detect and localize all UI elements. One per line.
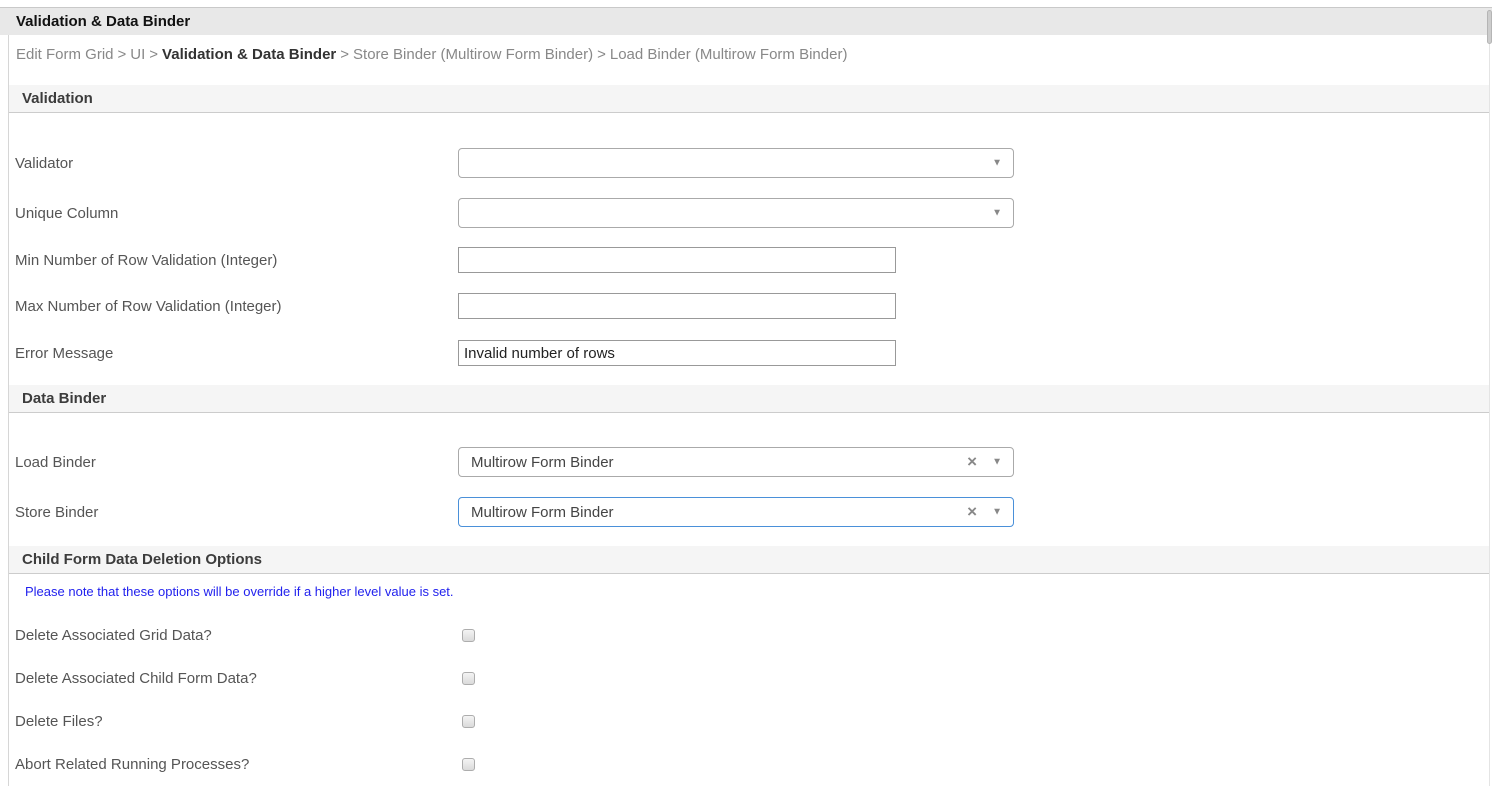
store-binder-label: Store Binder <box>15 504 458 521</box>
section-header-data-binder: Data Binder <box>9 385 1489 413</box>
max-rows-input[interactable] <box>458 293 896 319</box>
unique-column-select[interactable]: ▼ <box>458 198 1014 228</box>
clear-selection-icon[interactable]: × <box>967 503 977 520</box>
form-row-delete-grid-data: Delete Associated Grid Data? <box>9 625 1489 645</box>
form-row-abort-processes: Abort Related Running Processes? <box>9 754 1489 774</box>
delete-child-form-data-checkbox[interactable] <box>462 672 475 685</box>
delete-grid-data-label: Delete Associated Grid Data? <box>15 627 462 644</box>
validator-select[interactable]: ▼ <box>458 148 1014 178</box>
breadcrumb-item-validation-data-binder[interactable]: Validation & Data Binder <box>162 46 336 63</box>
min-rows-input[interactable] <box>458 247 896 273</box>
form-row-store-binder: Store Binder Multirow Form Binder × ▼ <box>9 497 1489 527</box>
form-row-load-binder: Load Binder Multirow Form Binder × ▼ <box>9 447 1489 477</box>
chevron-down-icon: ▼ <box>992 507 1002 518</box>
chevron-down-icon: ▼ <box>992 208 1002 219</box>
form-row-delete-child-form-data: Delete Associated Child Form Data? <box>9 668 1489 688</box>
store-binder-select[interactable]: Multirow Form Binder × ▼ <box>458 497 1014 527</box>
breadcrumb-separator: > <box>336 46 353 63</box>
form-row-min-rows: Min Number of Row Validation (Integer) <box>9 247 1489 273</box>
breadcrumb-item-edit-form-grid[interactable]: Edit Form Grid <box>16 46 114 63</box>
load-binder-label: Load Binder <box>15 454 458 471</box>
load-binder-select[interactable]: Multirow Form Binder × ▼ <box>458 447 1014 477</box>
breadcrumb-separator: > <box>145 46 162 63</box>
error-message-input[interactable] <box>458 340 896 366</box>
breadcrumb-item-store-binder[interactable]: Store Binder (Multirow Form Binder) <box>353 46 593 63</box>
delete-files-checkbox[interactable] <box>462 715 475 728</box>
load-binder-select-value: Multirow Form Binder <box>459 454 614 471</box>
delete-child-form-data-label: Delete Associated Child Form Data? <box>15 670 462 687</box>
chevron-down-icon: ▼ <box>992 158 1002 169</box>
max-rows-label: Max Number of Row Validation (Integer) <box>15 298 458 315</box>
breadcrumb-separator: > <box>114 46 131 63</box>
min-rows-label: Min Number of Row Validation (Integer) <box>15 252 458 269</box>
section-header-validation: Validation <box>9 85 1489 113</box>
breadcrumb-item-ui[interactable]: UI <box>130 46 145 63</box>
section-header-child-form-deletion: Child Form Data Deletion Options <box>9 546 1489 574</box>
form-row-error-message: Error Message <box>9 340 1489 366</box>
error-message-label: Error Message <box>15 345 458 362</box>
abort-processes-checkbox[interactable] <box>462 758 475 771</box>
abort-processes-label: Abort Related Running Processes? <box>15 756 462 773</box>
breadcrumb: Edit Form Grid>UI>Validation & Data Bind… <box>9 35 1489 63</box>
section-title: Validation <box>22 90 93 107</box>
validator-label: Validator <box>15 155 458 172</box>
window-title-bar: Validation & Data Binder <box>0 7 1492 35</box>
section-title: Child Form Data Deletion Options <box>22 551 262 568</box>
form-row-max-rows: Max Number of Row Validation (Integer) <box>9 293 1489 319</box>
form-row-validator: Validator ▼ <box>9 148 1489 178</box>
chevron-down-icon: ▼ <box>992 457 1002 468</box>
override-note: Please note that these options will be o… <box>25 584 1489 599</box>
delete-grid-data-checkbox[interactable] <box>462 629 475 642</box>
page-title: Validation & Data Binder <box>16 13 190 30</box>
clear-selection-icon[interactable]: × <box>967 453 977 470</box>
unique-column-label: Unique Column <box>15 205 458 222</box>
delete-files-label: Delete Files? <box>15 713 462 730</box>
form-row-delete-files: Delete Files? <box>9 711 1489 731</box>
form-row-unique-column: Unique Column ▼ <box>9 198 1489 228</box>
store-binder-select-value: Multirow Form Binder <box>459 504 614 521</box>
section-title: Data Binder <box>22 390 106 407</box>
vertical-scrollbar-thumb[interactable] <box>1487 10 1492 44</box>
breadcrumb-separator: > <box>593 46 610 63</box>
properties-panel: Edit Form Grid>UI>Validation & Data Bind… <box>8 35 1490 786</box>
breadcrumb-item-load-binder[interactable]: Load Binder (Multirow Form Binder) <box>610 46 848 63</box>
